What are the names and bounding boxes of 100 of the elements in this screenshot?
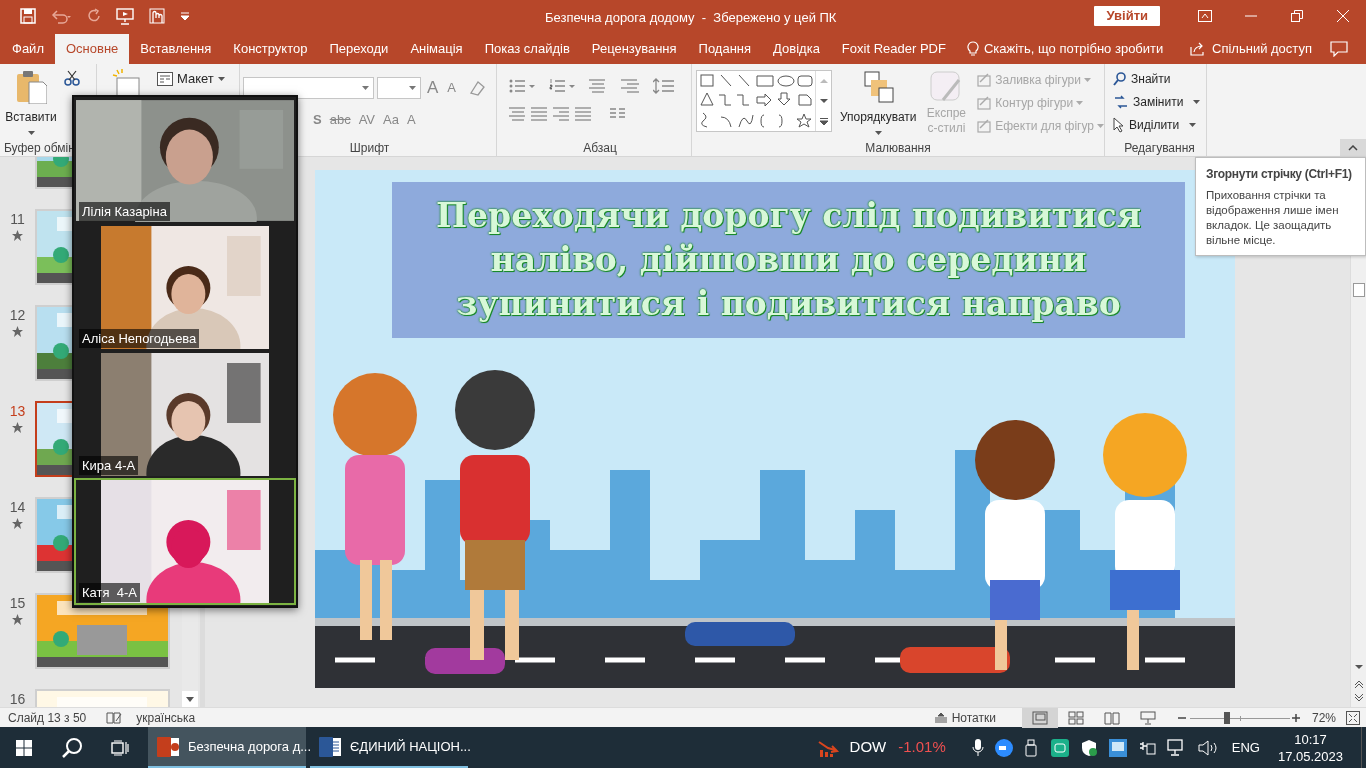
caret-icon bbox=[409, 85, 416, 90]
slide-number: 14 bbox=[9, 498, 26, 517]
sync-app-icon bbox=[1050, 738, 1069, 757]
eraser-icon bbox=[976, 118, 993, 134]
undo-icon bbox=[50, 8, 72, 24]
plus-icon bbox=[1291, 713, 1300, 722]
caret-icon bbox=[1097, 124, 1104, 128]
ribbon-tab[interactable]: Показ слайдів bbox=[473, 34, 581, 64]
spelling-icon bbox=[106, 710, 123, 725]
cursor-icon bbox=[1113, 117, 1125, 133]
gallery-more-icon bbox=[819, 117, 828, 125]
numbering-icon bbox=[549, 78, 575, 94]
zoom-in-button[interactable] bbox=[1291, 713, 1302, 722]
bullets-icon bbox=[509, 78, 535, 94]
chevron-up-icon bbox=[1348, 144, 1358, 151]
ribbon-tab[interactable]: Конструктор bbox=[222, 34, 319, 64]
task-view-icon bbox=[111, 739, 129, 756]
touch-mode-icon bbox=[148, 7, 166, 25]
collapse-ribbon-button[interactable] bbox=[1340, 139, 1366, 156]
ribbon-tab[interactable]: Вставлення bbox=[129, 34, 223, 64]
clock-time: 10:17 bbox=[1294, 730, 1327, 748]
slideshow-icon bbox=[116, 7, 134, 25]
editing-command[interactable]: Замінити bbox=[1113, 93, 1206, 111]
windows-icon bbox=[16, 739, 32, 756]
font-name-field[interactable] bbox=[243, 76, 374, 99]
power-icon bbox=[1137, 739, 1156, 756]
sign-in-button[interactable]: Увійти bbox=[1094, 6, 1160, 26]
spacing-button[interactable]: AV bbox=[358, 109, 376, 129]
ribbon-tab[interactable]: Переходи bbox=[318, 34, 400, 64]
shapes-gallery[interactable] bbox=[696, 70, 832, 132]
search-icon bbox=[1113, 72, 1127, 86]
group-label: Малювання bbox=[864, 140, 932, 156]
layout-icon bbox=[157, 72, 173, 86]
font-size-field[interactable] bbox=[377, 76, 421, 99]
document-app-icon bbox=[318, 734, 342, 759]
slide-number: 13 bbox=[9, 402, 26, 421]
tooltip-title: Згорнути стрічку (Ctrl+F1) bbox=[1206, 166, 1353, 183]
caret-icon bbox=[1193, 100, 1201, 104]
slide-title: Переходячи дорогу слід подивитися наліво, дійшовши до середини зупинитися і подивитися направо bbox=[392, 182, 1185, 338]
stock-change: -1.01% bbox=[898, 737, 946, 758]
slide-sorter-icon bbox=[1067, 710, 1084, 725]
taskbar-app[interactable]: ЄДИНИЙ НАЦІОН... bbox=[310, 727, 468, 768]
tell-me-field[interactable]: Скажіть, що потрібно зробити bbox=[966, 34, 1164, 64]
pencil-icon bbox=[976, 95, 993, 111]
zoom-level: 72% bbox=[1311, 709, 1336, 727]
ribbon-tab[interactable]: Довідка bbox=[762, 34, 831, 64]
strikethrough-button[interactable]: abc bbox=[329, 109, 351, 129]
fit-slide-button[interactable] bbox=[1346, 710, 1360, 725]
zoom-out-button[interactable] bbox=[1177, 716, 1188, 719]
line-spacing-icon bbox=[653, 78, 675, 94]
network-app-icon bbox=[1108, 738, 1127, 757]
editing-command[interactable]: Знайти bbox=[1113, 70, 1206, 88]
arrange-icon bbox=[861, 70, 896, 104]
caret-icon bbox=[217, 77, 225, 81]
shield-icon bbox=[1079, 738, 1098, 757]
arrange-button[interactable]: Упорядкувати bbox=[840, 70, 917, 139]
ribbon-tab[interactable]: Файл bbox=[1, 34, 55, 64]
redo-icon bbox=[86, 8, 102, 24]
caret-icon bbox=[1083, 78, 1091, 82]
group-label: Шрифт bbox=[348, 140, 391, 156]
ribbon-tab[interactable]: Подання bbox=[687, 34, 763, 64]
font-color-button[interactable]: A bbox=[406, 109, 416, 129]
reading-view-icon bbox=[1103, 710, 1120, 725]
slide-counter: Слайд 13 з 50 bbox=[8, 709, 87, 727]
scroll-down-icon bbox=[819, 99, 828, 103]
volume-icon bbox=[1197, 739, 1218, 756]
paint-bucket-icon bbox=[976, 72, 993, 88]
editing-command[interactable]: Виділити bbox=[1113, 116, 1206, 134]
slide-number: 12 bbox=[9, 306, 26, 325]
align-center-icon bbox=[531, 106, 547, 122]
scrollbar-thumb[interactable] bbox=[1353, 283, 1365, 297]
customize-icon bbox=[180, 11, 190, 21]
grow-font-button[interactable]: A bbox=[424, 75, 442, 101]
ribbon-tab[interactable]: Foxit Reader PDF bbox=[830, 34, 957, 64]
ribbon-tab[interactable]: Рецензування bbox=[580, 34, 688, 64]
ribbon-tab[interactable]: Анімація bbox=[399, 34, 474, 64]
case-button[interactable]: Aa bbox=[383, 109, 399, 129]
microphone-icon bbox=[971, 738, 984, 757]
scroll-down-button[interactable] bbox=[182, 691, 198, 707]
caret-icon bbox=[1076, 101, 1084, 105]
input-language[interactable]: ENG bbox=[1231, 737, 1260, 758]
decrease-indent-icon bbox=[589, 78, 607, 94]
zoom-slider[interactable] bbox=[1189, 710, 1290, 725]
notes-icon bbox=[934, 712, 947, 723]
meeting-app-icon bbox=[994, 738, 1013, 757]
normal-view-icon bbox=[1031, 710, 1048, 725]
layout-button[interactable]: Макет bbox=[155, 68, 227, 90]
fit-icon bbox=[1346, 710, 1360, 725]
align-right-icon bbox=[553, 106, 569, 122]
notes-button[interactable]: Нотатки bbox=[930, 707, 1000, 728]
presentation-app-icon bbox=[156, 734, 180, 759]
shadow-button[interactable]: S bbox=[313, 109, 322, 129]
shapes-icon bbox=[697, 71, 815, 131]
tooltip-text: Приховання стрічки та відображення лише імен вкладок. Це заощадить вільне місце. bbox=[1206, 188, 1340, 248]
replace-icon bbox=[1113, 94, 1129, 110]
paste-button[interactable]: Вставити bbox=[6, 70, 56, 139]
scroll-up-icon bbox=[819, 79, 828, 83]
share-button[interactable]: Спільний доступ bbox=[1190, 34, 1312, 64]
ribbon-tab[interactable]: Основне bbox=[54, 34, 130, 64]
shrink-font-button[interactable]: A bbox=[444, 78, 459, 98]
